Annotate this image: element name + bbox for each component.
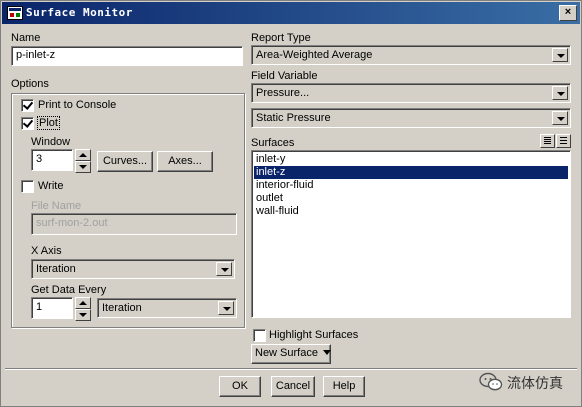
report-type-label: Report Type — [251, 32, 311, 44]
highlight-surfaces-label: Highlight Surfaces — [269, 329, 359, 341]
field-variable-value: Static Pressure — [256, 112, 331, 124]
select-all-surfaces-button[interactable] — [540, 134, 555, 148]
list-deselect-all-icon — [560, 137, 567, 145]
get-data-every-value: 1 — [36, 301, 43, 313]
write-label: Write — [38, 180, 64, 192]
surface-item[interactable]: outlet — [254, 192, 568, 205]
x-axis-value: Iteration — [36, 263, 76, 275]
title-bar[interactable]: Surface Monitor × — [2, 2, 580, 24]
field-variable-category-value: Pressure... — [256, 87, 310, 99]
chevron-down-icon[interactable] — [552, 111, 568, 125]
file-name-input[interactable]: surf-mon-2.out — [31, 213, 237, 235]
help-button[interactable]: Help — [323, 376, 365, 397]
print-to-console-checkbox[interactable] — [21, 99, 34, 112]
window-spin-up-icon[interactable] — [75, 149, 91, 161]
ok-button[interactable]: OK — [219, 376, 261, 397]
get-data-spin-up-icon[interactable] — [75, 297, 91, 309]
window-spin-down-icon[interactable] — [75, 161, 91, 173]
get-data-spin-down-icon[interactable] — [75, 309, 91, 321]
watermark-text: 流体仿真 — [507, 376, 563, 392]
help-label: Help — [332, 380, 356, 392]
axes-button-label: Axes... — [168, 155, 202, 167]
report-type-dropdown[interactable]: Area-Weighted Average — [251, 45, 571, 65]
app-icon — [7, 6, 23, 20]
chevron-down-icon[interactable] — [218, 301, 234, 315]
highlight-surfaces-checkbox[interactable] — [253, 329, 266, 342]
surfaces-label: Surfaces — [251, 137, 295, 149]
file-name-value: surf-mon-2.out — [36, 217, 108, 229]
x-axis-dropdown[interactable]: Iteration — [31, 259, 235, 279]
surface-item[interactable]: inlet-y — [254, 153, 568, 166]
surface-item[interactable]: inlet-z — [254, 166, 568, 179]
field-variable-category-dropdown[interactable]: Pressure... — [251, 83, 571, 103]
surface-item[interactable]: wall-fluid — [254, 205, 568, 218]
surface-monitor-dialog: Surface Monitor × Name p-inlet-z Options… — [0, 0, 582, 407]
wechat-icon — [479, 372, 503, 391]
get-data-every-input[interactable]: 1 — [31, 297, 73, 319]
caret-down-icon — [323, 350, 332, 356]
window-spinner[interactable] — [75, 149, 91, 173]
new-surface-label: New Surface — [255, 347, 318, 359]
name-value: p-inlet-z — [16, 49, 56, 61]
new-surface-button[interactable]: New Surface — [251, 344, 332, 364]
close-icon: × — [564, 6, 572, 18]
list-select-all-icon — [544, 137, 551, 145]
chevron-down-icon[interactable] — [216, 262, 232, 276]
options-label: Options — [11, 78, 49, 90]
file-name-label: File Name — [31, 200, 82, 212]
surface-item[interactable]: interior-fluid — [254, 179, 568, 192]
cancel-button[interactable]: Cancel — [271, 376, 315, 397]
ok-label: OK — [232, 380, 248, 392]
print-to-console-label: Print to Console — [38, 99, 117, 111]
deselect-all-surfaces-button[interactable] — [556, 134, 571, 148]
window-value: 3 — [36, 153, 43, 165]
field-variable-dropdown[interactable]: Static Pressure — [251, 108, 571, 128]
close-button[interactable]: × — [559, 5, 577, 21]
footer-separator — [5, 368, 577, 370]
axes-button[interactable]: Axes... — [157, 151, 213, 172]
get-data-every-label: Get Data Every — [31, 284, 107, 296]
get-data-every-spinner[interactable] — [75, 297, 91, 321]
field-variable-label: Field Variable — [251, 70, 318, 82]
get-data-unit-dropdown[interactable]: Iteration — [97, 298, 237, 318]
chevron-down-icon[interactable] — [552, 86, 568, 100]
report-type-value: Area-Weighted Average — [256, 49, 373, 61]
watermark: 流体仿真 — [479, 371, 575, 395]
plot-checkbox[interactable] — [21, 117, 34, 130]
curves-button[interactable]: Curves... — [97, 151, 153, 172]
write-checkbox[interactable] — [21, 180, 34, 193]
get-data-unit-value: Iteration — [102, 302, 142, 314]
surfaces-listbox[interactable]: inlet-y inlet-z interior-fluid outlet wa… — [251, 150, 571, 318]
chevron-down-icon[interactable] — [552, 48, 568, 62]
name-input[interactable]: p-inlet-z — [11, 46, 243, 66]
curves-button-label: Curves... — [102, 155, 147, 167]
x-axis-label: X Axis — [31, 245, 62, 257]
name-label: Name — [11, 32, 41, 44]
plot-label: Plot — [37, 116, 60, 130]
window-label: Window — [31, 136, 71, 148]
cancel-label: Cancel — [275, 380, 311, 392]
window-title: Surface Monitor — [26, 6, 133, 19]
window-input[interactable]: 3 — [31, 149, 73, 171]
